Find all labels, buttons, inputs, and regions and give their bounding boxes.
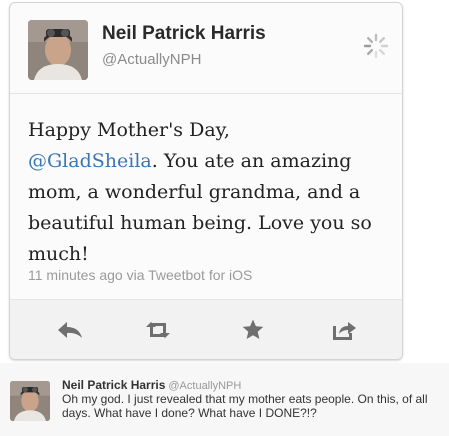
reply-button[interactable] bbox=[55, 315, 85, 345]
author-handle[interactable]: @ActuallyNPH bbox=[102, 51, 201, 68]
followup-avatar[interactable] bbox=[10, 381, 50, 421]
share-icon bbox=[333, 322, 356, 340]
share-button[interactable] bbox=[329, 315, 359, 345]
tweet-card: Neil Patrick Harris @ActuallyNPH Happy M… bbox=[9, 2, 403, 360]
loading-spinner-icon bbox=[363, 33, 389, 59]
tweet-meta[interactable]: 11 minutes ago via Tweetbot for iOS bbox=[28, 267, 252, 283]
author-name[interactable]: Neil Patrick Harris bbox=[102, 23, 266, 45]
star-icon bbox=[242, 319, 264, 339]
favorite-button[interactable] bbox=[238, 315, 268, 345]
retweet-button[interactable] bbox=[143, 315, 173, 345]
retweet-icon bbox=[146, 322, 170, 338]
followup-tweet: Neil Patrick Harris @ActuallyNPH Oh my go… bbox=[0, 363, 449, 436]
author-avatar[interactable] bbox=[28, 20, 88, 80]
header-divider bbox=[10, 93, 402, 94]
followup-text: Oh my god. I just revealed that my mothe… bbox=[62, 392, 428, 420]
followup-author-name[interactable]: Neil Patrick Harris bbox=[62, 378, 165, 392]
action-bar bbox=[10, 300, 402, 359]
mention-link[interactable]: @GladSheila bbox=[28, 150, 152, 172]
followup-author[interactable]: Neil Patrick Harris @ActuallyNPH bbox=[62, 378, 241, 392]
reply-icon bbox=[58, 322, 82, 338]
tweet-text-intro: Happy Mother's Day, bbox=[28, 119, 230, 141]
tweet-text: Happy Mother's Day, @GladSheila. You ate … bbox=[28, 115, 396, 270]
followup-author-handle[interactable]: @ActuallyNPH bbox=[168, 380, 241, 392]
